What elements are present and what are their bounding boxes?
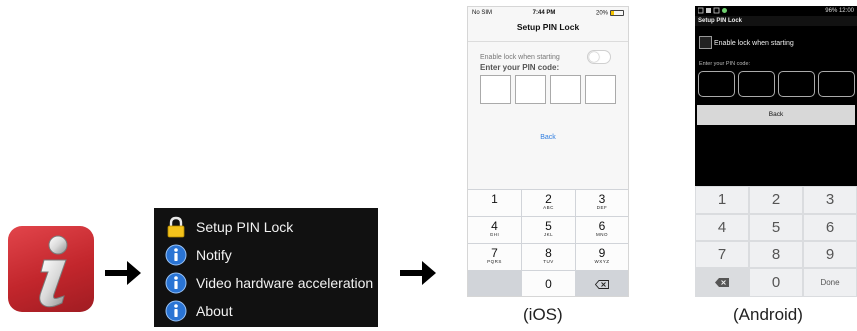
key-digit: 3 [598, 192, 606, 206]
battery-icon [610, 9, 624, 16]
key-letters: DEF [596, 205, 608, 210]
key-9[interactable]: 9 [804, 242, 856, 267]
key-4[interactable]: 4 GHI [468, 217, 521, 243]
android-pin-screen: 96% 12:00 Setup PIN Lock Enable lock whe… [695, 6, 857, 297]
key-1[interactable]: 1 [468, 190, 521, 216]
enable-lock-checkbox[interactable] [699, 36, 712, 49]
menu-item-label: Video hardware acceleration [196, 275, 374, 291]
ios-battery-label: 20% [595, 10, 608, 17]
ios-status-bar: No SIM 7:44 PM 20% [468, 7, 628, 19]
key-8[interactable]: 8 [750, 242, 802, 267]
android-numeric-keypad: 1 2 3 4 5 6 7 8 9 0 Done [695, 186, 857, 297]
arrow-right-icon [105, 261, 141, 285]
menu-item-video-hardware-acceleration[interactable]: Video hardware acceleration [154, 269, 378, 297]
info-icon [165, 300, 187, 322]
key-0[interactable]: 0 [750, 269, 802, 296]
pin-digit-field[interactable] [550, 75, 581, 104]
key-letters: GHI [489, 232, 500, 237]
menu-item-label: Setup PIN Lock [196, 219, 294, 235]
pin-digit-field[interactable] [515, 75, 546, 104]
info-icon [165, 244, 187, 266]
android-status-bar: 96% 12:00 [695, 6, 857, 16]
back-button[interactable]: Back [697, 105, 855, 125]
ios-carrier: No SIM [472, 10, 493, 16]
pin-digit-field[interactable] [738, 71, 775, 97]
ios-caption: (iOS) [523, 305, 563, 324]
android-caption: (Android) [733, 305, 803, 324]
ios-battery: 20% [595, 9, 624, 17]
ios-time: 7:44 PM [532, 10, 556, 16]
menu-item-setup-pin-lock[interactable]: Setup PIN Lock [154, 213, 378, 241]
key-8[interactable]: 8 TUV [522, 244, 575, 270]
key-9[interactable]: 9 WXYZ [576, 244, 628, 270]
key-letters: TUV [543, 259, 554, 264]
key-digit: 7 [491, 246, 498, 260]
key-digit: 1 [491, 192, 498, 206]
key-letters: ABC [543, 205, 554, 210]
key-digit: 4 [491, 219, 498, 233]
page-title: Setup PIN Lock [695, 16, 857, 26]
key-6[interactable]: 6 MNO [576, 217, 628, 243]
key-letters: MNO [596, 232, 608, 237]
lock-icon [167, 216, 185, 238]
key-digit: 9 [598, 246, 606, 260]
arrow-right-icon [400, 261, 436, 285]
pin-digit-field[interactable] [778, 71, 815, 97]
backspace-icon [715, 278, 729, 287]
key-letters: JKL [543, 232, 554, 237]
key-3[interactable]: 3 [804, 187, 856, 213]
key-5[interactable]: 5 [750, 215, 802, 240]
key-4[interactable]: 4 [696, 215, 748, 240]
enable-lock-label: Enable lock when starting [714, 40, 794, 47]
key-digit: 5 [545, 219, 552, 233]
key-6[interactable]: 6 [804, 215, 856, 240]
notification-icons [697, 7, 734, 16]
key-digit: 8 [545, 246, 552, 260]
info-icon [165, 272, 187, 294]
key-digit: 0 [545, 277, 552, 291]
key-digit: 2 [545, 192, 552, 206]
key-letters: PQRS [487, 259, 502, 264]
key-7[interactable]: 7 PQRS [468, 244, 521, 270]
pin-digit-field[interactable] [698, 71, 735, 97]
key-delete[interactable] [576, 271, 628, 296]
divider [468, 41, 628, 42]
pin-digit-field[interactable] [585, 75, 616, 104]
key-digit: 6 [598, 219, 606, 233]
key-2[interactable]: 2 ABC [522, 190, 575, 216]
back-button[interactable]: Back [468, 134, 628, 141]
enable-lock-label: Enable lock when starting [480, 54, 560, 61]
backspace-icon [594, 280, 609, 289]
menu-item-notify[interactable]: Notify [154, 241, 378, 269]
menu-item-label: About [196, 303, 233, 319]
settings-menu: Setup PIN Lock Notify Video hardware acc… [154, 208, 378, 327]
key-5[interactable]: 5 JKL [522, 217, 575, 243]
ios-pin-screen: No SIM 7:44 PM 20% Setup PIN Lock Enable… [467, 6, 629, 297]
enable-lock-toggle[interactable] [587, 50, 611, 64]
status-right: 96% 12:00 [825, 8, 854, 14]
key-2[interactable]: 2 [750, 187, 802, 213]
key-0[interactable]: 0 [522, 271, 575, 296]
key-7[interactable]: 7 [696, 242, 748, 267]
key-letters: WXYZ [594, 259, 610, 264]
ios-numeric-keypad: 1 2 ABC 3 DEF 4 GHI 5 JKL 6 MNO 7 PQRS 8 [468, 189, 628, 296]
menu-item-about[interactable]: About [154, 297, 378, 325]
key-3[interactable]: 3 DEF [576, 190, 628, 216]
menu-item-label: Notify [196, 247, 232, 263]
info-letter-icon [39, 235, 68, 308]
key-blank [468, 271, 521, 296]
key-delete[interactable] [696, 269, 748, 296]
pin-prompt: Enter your PIN code: [480, 63, 560, 72]
page-title: Setup PIN Lock [516, 22, 580, 32]
pin-digit-field[interactable] [818, 71, 855, 97]
pin-prompt: Enter your PIN code: [699, 61, 751, 67]
key-1[interactable]: 1 [696, 187, 748, 213]
pin-digit-field[interactable] [480, 75, 511, 104]
info-app-icon[interactable] [8, 226, 94, 312]
done-key[interactable]: Done [804, 269, 856, 296]
